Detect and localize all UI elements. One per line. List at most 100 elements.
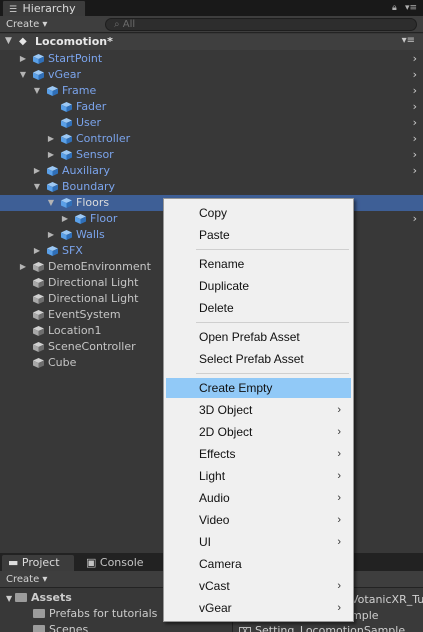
tree-row[interactable]: ▼ vGear ›	[0, 67, 423, 83]
gameobject-cube-icon	[33, 342, 44, 352]
kebab-menu-icon[interactable]: ▾≡	[405, 2, 417, 14]
menu-item-paste[interactable]: Paste	[166, 225, 351, 245]
asset-item[interactable]: mple	[351, 609, 379, 622]
search-input[interactable]: ⌕ All	[105, 18, 417, 31]
menu-item-create-empty[interactable]: Create Empty	[166, 378, 351, 398]
prefab-cube-icon	[47, 182, 58, 192]
open-prefab-arrow-icon[interactable]: ›	[413, 116, 417, 129]
collapsed-triangle-icon[interactable]: ▶	[18, 262, 28, 271]
menu-item-open-prefab-asset[interactable]: Open Prefab Asset	[166, 327, 351, 347]
open-prefab-arrow-icon[interactable]: ›	[413, 68, 417, 81]
tab-project[interactable]: ▬ Project	[2, 555, 74, 571]
open-prefab-arrow-icon[interactable]: ›	[413, 148, 417, 161]
menu-item-2d-object[interactable]: 2D Object ›	[166, 422, 351, 442]
prefab-cube-icon	[61, 150, 72, 160]
folder-prefabs[interactable]: Prefabs for tutorials	[33, 607, 157, 620]
project-create-dropdown[interactable]: Create ▾	[6, 573, 47, 587]
asset-item[interactable]: X Setting_LocomotionSample	[239, 624, 405, 632]
tree-row[interactable]: ▼ Frame ›	[0, 83, 423, 99]
tree-row-label: DemoEnvironment	[48, 260, 151, 273]
collapsed-triangle-icon[interactable]: ▶	[46, 230, 56, 239]
menu-separator	[196, 249, 349, 250]
open-prefab-arrow-icon[interactable]: ›	[413, 212, 417, 225]
menu-item-ui[interactable]: UI ›	[166, 532, 351, 552]
open-prefab-arrow-icon[interactable]: ›	[413, 84, 417, 97]
tree-row-label: SceneController	[48, 340, 136, 353]
menu-separator	[196, 322, 349, 323]
tree-row-label: Floor	[90, 212, 118, 225]
collapsed-triangle-icon[interactable]: ▶	[32, 246, 42, 255]
collapsed-triangle-icon[interactable]: ▶	[60, 214, 70, 223]
menu-item-label: Delete	[199, 301, 234, 315]
folder-label: Assets	[30, 591, 72, 604]
tab-hierarchy[interactable]: ☰ Hierarchy	[2, 0, 86, 16]
expanded-triangle-icon[interactable]: ▼	[46, 198, 56, 207]
tree-row[interactable]: ▶ Controller ›	[0, 131, 423, 147]
menu-item-audio[interactable]: Audio ›	[166, 488, 351, 508]
menu-item-3d-object[interactable]: 3D Object ›	[166, 400, 351, 420]
menu-item-label: vGear	[199, 601, 232, 615]
submenu-arrow-icon: ›	[337, 470, 341, 482]
open-prefab-arrow-icon[interactable]: ›	[413, 164, 417, 177]
tree-row[interactable]: ▶ Sensor ›	[0, 147, 423, 163]
expanded-triangle-icon[interactable]: ▼	[32, 182, 42, 191]
menu-item-label: Select Prefab Asset	[199, 352, 304, 366]
gameobject-cube-icon	[33, 358, 44, 368]
tab-project-label: Project	[21, 556, 60, 569]
open-prefab-arrow-icon[interactable]: ›	[413, 132, 417, 145]
folder-assets[interactable]: ▼ Assets	[6, 591, 72, 604]
console-icon: ▣	[86, 556, 100, 569]
gameobject-cube-icon	[33, 278, 44, 288]
tab-console[interactable]: ▣ Console	[80, 555, 160, 571]
lock-icon[interactable]: 🔒︎	[392, 2, 397, 14]
collapsed-triangle-icon[interactable]: ▶	[32, 166, 42, 175]
hierarchy-tab-bar: ☰ Hierarchy 🔒︎ ▾≡	[0, 0, 423, 16]
menu-item-vcast[interactable]: vCast ›	[166, 576, 351, 596]
menu-item-rename[interactable]: Rename	[166, 254, 351, 274]
collapsed-triangle-icon[interactable]: ▶	[46, 134, 56, 143]
menu-item-camera[interactable]: Camera	[166, 554, 351, 574]
menu-item-vgear[interactable]: vGear ›	[166, 598, 351, 618]
menu-item-effects[interactable]: Effects ›	[166, 444, 351, 464]
prefab-cube-icon	[61, 230, 72, 240]
scene-menu-icon[interactable]: ▾≡	[402, 35, 415, 46]
collapsed-triangle-icon[interactable]: ▶	[18, 54, 28, 63]
menu-item-delete[interactable]: Delete	[166, 298, 351, 318]
submenu-arrow-icon: ›	[337, 602, 341, 614]
submenu-arrow-icon: ›	[337, 404, 341, 416]
menu-item-label: Paste	[199, 228, 230, 242]
tree-row-label: Auxiliary	[62, 164, 110, 177]
scene-header[interactable]: ▼ ◆ Locomotion* ▾≡	[0, 34, 423, 50]
submenu-arrow-icon: ›	[337, 448, 341, 460]
expand-triangle-icon[interactable]: ▼	[5, 36, 12, 46]
collapsed-triangle-icon[interactable]: ▶	[46, 150, 56, 159]
menu-item-label: Camera	[199, 557, 242, 571]
unity-scene-icon: ◆	[19, 36, 27, 47]
menu-item-video[interactable]: Video ›	[166, 510, 351, 530]
menu-item-copy[interactable]: Copy	[166, 203, 351, 223]
menu-item-label: Audio	[199, 491, 230, 505]
expanded-triangle-icon[interactable]: ▼	[18, 70, 28, 79]
tree-row[interactable]: ▶ StartPoint ›	[0, 51, 423, 67]
hierarchy-toolbar: Create ▾ ⌕ All	[0, 16, 423, 33]
folder-scenes[interactable]: Scenes	[33, 623, 88, 632]
menu-item-select-prefab-asset[interactable]: Select Prefab Asset	[166, 349, 351, 369]
asset-file-icon: X	[239, 627, 251, 632]
tree-row-label: Floors	[76, 196, 110, 209]
open-prefab-arrow-icon[interactable]: ›	[413, 52, 417, 65]
menu-item-light[interactable]: Light ›	[166, 466, 351, 486]
create-dropdown[interactable]: Create ▾	[6, 18, 47, 32]
submenu-arrow-icon: ›	[337, 492, 341, 504]
tree-row[interactable]: ▼ Boundary	[0, 179, 423, 195]
prefab-cube-icon	[47, 246, 58, 256]
submenu-arrow-icon: ›	[337, 514, 341, 526]
open-prefab-arrow-icon[interactable]: ›	[413, 100, 417, 113]
prefab-cube-icon	[47, 166, 58, 176]
menu-item-duplicate[interactable]: Duplicate	[166, 276, 351, 296]
expand-triangle-icon: ▼	[6, 594, 15, 603]
expanded-triangle-icon[interactable]: ▼	[32, 86, 42, 95]
tree-row-label: Walls	[76, 228, 105, 241]
tree-row[interactable]: ▶ Auxiliary ›	[0, 163, 423, 179]
tree-row[interactable]: User ›	[0, 115, 423, 131]
tree-row[interactable]: Fader ›	[0, 99, 423, 115]
